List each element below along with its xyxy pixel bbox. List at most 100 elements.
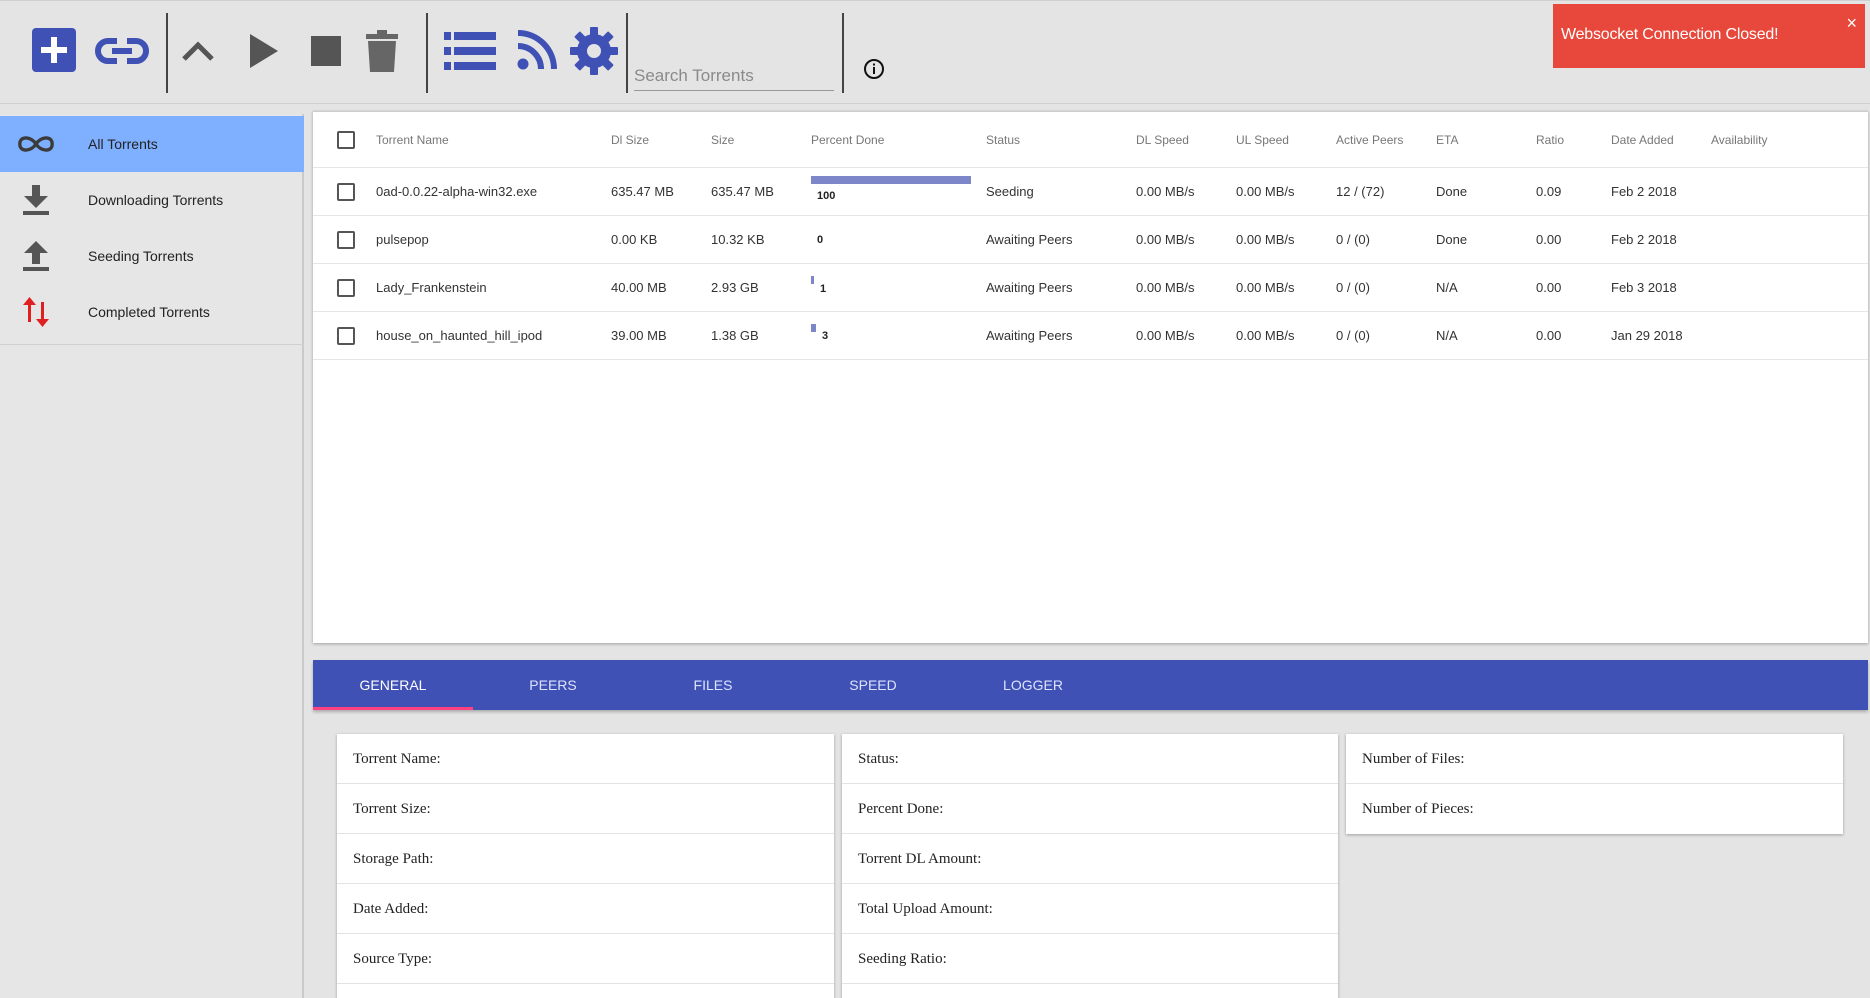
table-header-row: Torrent Name Dl Size Size Percent Done S… [313, 112, 1868, 168]
column-header-percent-done[interactable]: Percent Done [811, 112, 884, 168]
settings-button[interactable] [568, 25, 620, 77]
table-row[interactable]: Lady_Frankenstein 40.00 MB 2.93 GB 1 Awa… [313, 264, 1868, 312]
percent-done-label: Percent Done: [842, 784, 1338, 834]
table-row[interactable]: pulsepop 0.00 KB 10.32 KB 0 Awaiting Pee… [313, 216, 1868, 264]
column-header-size[interactable]: Size [711, 112, 734, 168]
status-label: Status: [842, 734, 1338, 784]
start-button[interactable] [244, 29, 284, 73]
torrent-dl-amount-label: Torrent DL Amount: [842, 834, 1338, 884]
dl-speed: 0.00 MB/s [1136, 280, 1195, 295]
eta: N/A [1436, 328, 1458, 343]
date-added: Feb 3 2018 [1611, 280, 1677, 295]
add-magnet-link-button[interactable] [94, 29, 150, 73]
size: 1.38 GB [711, 328, 759, 343]
search-input[interactable] [634, 61, 834, 91]
sidebar-item-all-torrents[interactable]: All Torrents [0, 116, 304, 172]
rss-button[interactable] [514, 27, 560, 73]
size: 635.47 MB [711, 184, 774, 199]
infinity-icon [16, 126, 56, 162]
progress-bar [811, 176, 971, 184]
status-info-card: Status: Percent Done: Torrent DL Amount:… [842, 734, 1338, 998]
sidebar-item-label: Downloading Torrents [88, 192, 224, 208]
active-peers: 12 / (72) [1336, 184, 1385, 199]
status: Awaiting Peers [986, 328, 1073, 343]
column-header-status[interactable]: Status [986, 112, 1020, 168]
column-header-eta[interactable]: ETA [1436, 112, 1458, 168]
torrent-name: 0ad-0.0.22-alpha-win32.exe [376, 184, 538, 199]
column-header-ratio[interactable]: Ratio [1536, 112, 1564, 168]
column-header-date-added[interactable]: Date Added [1611, 112, 1674, 168]
progress-label: 100 [817, 190, 836, 202]
status: Awaiting Peers [986, 232, 1073, 247]
eta: N/A [1436, 280, 1458, 295]
sidebar: All Torrents Downloading Torrents Seedin… [0, 114, 304, 998]
table-row[interactable]: house_on_haunted_hill_ipod 39.00 MB 1.38… [313, 312, 1868, 360]
active-tab-indicator [313, 707, 473, 710]
rss-icon [517, 30, 557, 70]
torrent-name: Lady_Frankenstein [376, 280, 487, 295]
play-icon [250, 34, 278, 68]
list-icon [444, 32, 496, 70]
source-type-label: Source Type: [337, 934, 834, 984]
tab-peers[interactable]: Peers [473, 660, 633, 710]
column-header-ul-speed[interactable]: UL Speed [1236, 112, 1289, 168]
sidebar-item-downloading-torrents[interactable]: Downloading Torrents [0, 172, 304, 228]
status: Awaiting Peers [986, 280, 1073, 295]
progress-label: 1 [820, 283, 827, 295]
toast-message: Websocket Connection Closed! [1561, 26, 1779, 43]
torrent-table: Torrent Name Dl Size Size Percent Done S… [313, 111, 1868, 643]
link-icon [95, 38, 149, 64]
column-header-dl-speed[interactable]: DL Speed [1136, 112, 1189, 168]
size: 2.93 GB [711, 280, 759, 295]
websocket-error-toast: Websocket Connection Closed! × [1553, 4, 1865, 68]
close-icon[interactable]: × [1846, 14, 1857, 32]
row-checkbox[interactable] [337, 279, 355, 297]
sidebar-item-seeding-torrents[interactable]: Seeding Torrents [0, 228, 304, 284]
tab-files[interactable]: Files [633, 660, 793, 710]
sidebar-divider [0, 344, 304, 345]
ratio: 0.00 [1536, 328, 1562, 343]
stop-button[interactable] [306, 33, 346, 69]
date-added-label: Date Added: [337, 884, 834, 934]
info-button[interactable] [863, 58, 885, 80]
tab-logger[interactable]: Logger [953, 660, 1113, 710]
list-view-button[interactable] [442, 29, 498, 73]
dl-speed: 0.00 MB/s [1136, 328, 1195, 343]
seeding-ratio-label: Seeding Ratio: [842, 934, 1338, 984]
general-info-card: Torrent Name: Torrent Size: Storage Path… [337, 734, 834, 998]
download-icon [16, 182, 56, 218]
column-header-dl-size[interactable]: Dl Size [611, 112, 649, 168]
add-torrent-button[interactable] [30, 27, 78, 73]
eta: Done [1436, 232, 1468, 247]
column-header-availability[interactable]: Availability [1711, 112, 1767, 168]
upload-icon [16, 238, 56, 274]
dl-size: 39.00 MB [611, 328, 667, 343]
select-all-checkbox[interactable] [337, 131, 355, 149]
dl-size: 0.00 KB [611, 232, 658, 247]
row-checkbox[interactable] [337, 327, 355, 345]
number-of-pieces-label: Number of Pieces: [1362, 801, 1474, 817]
torrent-name: house_on_haunted_hill_ipod [376, 328, 543, 343]
toolbar-divider [842, 13, 844, 93]
ratio: 0.00 [1536, 232, 1562, 247]
move-up-button[interactable] [178, 31, 218, 71]
table-row[interactable]: 0ad-0.0.22-alpha-win32.exe 635.47 MB 635… [313, 168, 1868, 216]
files-info-card: Number of Files: Number of Pieces: [1346, 734, 1843, 834]
row-checkbox[interactable] [337, 231, 355, 249]
tab-speed[interactable]: Speed [793, 660, 953, 710]
sidebar-item-label: Completed Torrents [88, 304, 210, 320]
column-header-active-peers[interactable]: Active Peers [1336, 112, 1403, 168]
sidebar-item-completed-torrents[interactable]: Completed Torrents [0, 284, 304, 340]
column-header-torrent-name[interactable]: Torrent Name [376, 112, 449, 168]
delete-button[interactable] [362, 27, 402, 75]
details-tab-bar: General Peers Files Speed Logger [313, 660, 1868, 710]
ul-speed: 0.00 MB/s [1236, 184, 1295, 199]
plus-square-icon [32, 28, 76, 72]
ul-speed: 0.00 MB/s [1236, 328, 1295, 343]
toolbar-divider [626, 13, 628, 93]
gear-icon [570, 27, 618, 75]
row-checkbox[interactable] [337, 183, 355, 201]
eta: Done [1436, 184, 1468, 199]
dl-size: 635.47 MB [611, 184, 674, 199]
tab-general[interactable]: General [313, 660, 473, 710]
